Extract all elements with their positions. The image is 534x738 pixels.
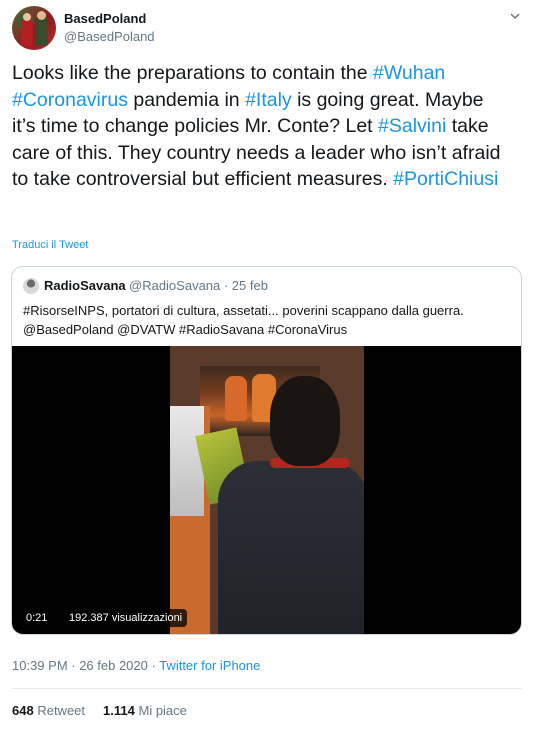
retweets-count: 648 — [12, 703, 34, 718]
video-player[interactable]: 0:21 192.387 visualizzazioni — [12, 346, 521, 634]
avatar-figure — [35, 16, 48, 46]
tweet-text-segment: Looks like the preparations to contain t… — [12, 62, 373, 84]
tweet-meta: 10:39 PM · 26 feb 2020 · Twitter for iPh… — [12, 658, 260, 673]
quoted-display-name: RadioSavana — [44, 278, 126, 293]
hashtag-link[interactable]: #PortiChiusi — [393, 168, 498, 190]
video-scene — [270, 376, 340, 466]
chevron-down-icon[interactable] — [508, 10, 522, 24]
translate-tweet-link[interactable]: Traduci il Tweet — [12, 239, 88, 251]
avatar-figure — [21, 18, 33, 46]
retweets-label: Retweet — [37, 703, 86, 718]
tweet-text: Looks like the preparations to contain t… — [12, 60, 512, 193]
video-scene — [218, 461, 364, 634]
tweet-source-link[interactable]: Twitter for iPhone — [159, 658, 260, 673]
divider — [11, 688, 522, 689]
tweet-text-segment: pandemia in — [127, 88, 246, 111]
video-frame — [170, 346, 364, 634]
video-view-count: 192.387 visualizzazioni — [64, 609, 188, 627]
author-display-name[interactable]: BasedPoland — [64, 11, 146, 26]
video-duration: 0:21 — [22, 609, 52, 627]
likes-label: Mi piace — [138, 703, 187, 718]
quoted-handle-date: @RadioSavana · 25 feb — [129, 278, 268, 293]
hashtag-link[interactable]: #Wuhan — [373, 62, 445, 84]
avatar[interactable] — [12, 6, 56, 50]
retweets-stat[interactable]: 648 Retweet — [12, 703, 85, 718]
video-scene — [225, 376, 247, 421]
tweet-stats: 648 Retweet 1.114 Mi piace — [12, 703, 187, 718]
video-scene — [170, 406, 204, 516]
quoted-text-line: @BasedPoland @DVATW #RadioSavana #Corona… — [23, 322, 348, 337]
hashtag-link[interactable]: #Coronavirus — [12, 89, 128, 111]
quoted-tweet-text: #RisorseINPS, portatori di cultura, asse… — [23, 301, 513, 339]
avatar-figure — [37, 11, 46, 20]
hashtag-link[interactable]: #Salvini — [378, 115, 446, 137]
quoted-text-line: #RisorseINPS, portatori di cultura, asse… — [23, 303, 464, 318]
tweet-header: BasedPoland @BasedPoland — [12, 6, 522, 52]
tweet-timestamp[interactable]: 10:39 PM · 26 feb 2020 · — [12, 658, 159, 673]
avatar-figure — [23, 13, 31, 21]
likes-count: 1.114 — [103, 703, 135, 718]
author-handle[interactable]: @BasedPoland — [64, 29, 155, 44]
quoted-avatar[interactable] — [23, 278, 39, 294]
hashtag-link[interactable]: #Italy — [245, 89, 292, 111]
quoted-tweet[interactable]: RadioSavana @RadioSavana · 25 feb #Risor… — [11, 266, 522, 635]
likes-stat[interactable]: 1.114 Mi piace — [103, 703, 187, 718]
